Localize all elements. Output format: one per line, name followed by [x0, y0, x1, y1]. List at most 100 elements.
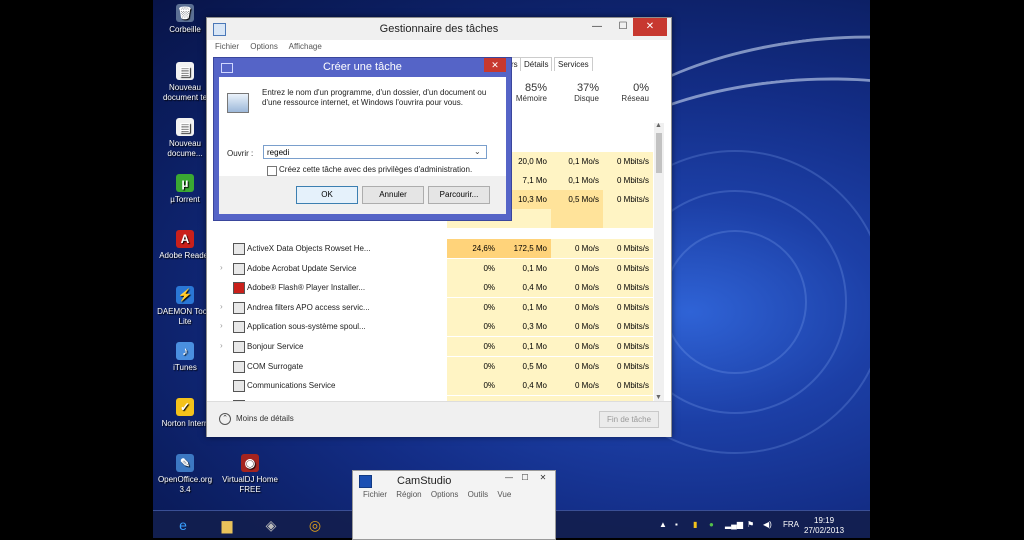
dialog-button-bar: OK Annuler Parcourir... [219, 176, 506, 214]
memory-cell: 0,5 Mo [499, 356, 551, 376]
table-row[interactable]: › Application sous-système spoul... 0% 0,3 … [207, 317, 653, 337]
admin-checkbox[interactable] [267, 166, 277, 176]
desktop-icon[interactable]: ◉ VirtualDJ Home FREE [215, 454, 285, 495]
disk-cell: 0 Mo/s [551, 317, 603, 337]
cpu-cell: 0% [447, 376, 499, 396]
open-input[interactable]: regedi [263, 145, 487, 159]
process-icon [233, 321, 245, 334]
dialog-titlebar[interactable]: Créer une tâche [214, 58, 511, 77]
process-icon [233, 341, 245, 353]
network-icon[interactable]: ▂▄▆ [725, 520, 743, 529]
table-row[interactable]: ActiveX Data Objects Rowset He... 24,6% 17… [207, 239, 653, 258]
memory-cell: 0,1 Mo [499, 297, 551, 317]
disk-cell: 0,1 Mo/s [551, 171, 603, 190]
cam-menu-outils[interactable]: Outils [468, 490, 488, 499]
process-name: Adobe® Flash® Player Installer... [247, 283, 366, 293]
ok-button[interactable]: OK [296, 186, 358, 204]
less-details-label: Moins de détails [236, 414, 294, 424]
table-row[interactable]: › Andrea filters APO access servic... 0% 0,… [207, 297, 653, 317]
close-button[interactable]: ✕ [633, 18, 667, 36]
clock[interactable]: 19:19 27/02/2013 [804, 516, 844, 536]
table-row[interactable]: Communications Service 0% 0,4 Mo 0 Mo/s 0 Mb… [207, 376, 653, 396]
scroll-down-icon[interactable]: ▼ [655, 394, 662, 401]
expand-chevron-icon[interactable]: › [220, 302, 223, 311]
dialog-close-button[interactable]: ✕ [484, 58, 506, 72]
memory-cell: 0,4 Mo [499, 376, 551, 396]
desktop-app-icon: ⚡ [176, 286, 194, 304]
camstudio-maximize-button[interactable]: ☐ [517, 471, 533, 485]
network-column-header[interactable]: 0% Réseau [603, 82, 649, 103]
cancel-button[interactable]: Annuler [362, 186, 424, 204]
browse-button[interactable]: Parcourir... [428, 186, 490, 204]
wallpaper-ring [663, 230, 807, 374]
memory-cell: 0,3 Mo [499, 317, 551, 337]
disk-cell: 0 Mo/s [551, 297, 603, 317]
tab-services[interactable]: Services [554, 57, 593, 71]
table-row[interactable]: Adobe® Flash® Player Installer... 0% 0,4 M… [207, 278, 653, 298]
scrollbar-thumb[interactable] [656, 133, 662, 173]
expand-chevron-icon[interactable]: › [220, 341, 223, 350]
desktop-app-icon: µ [176, 174, 194, 192]
desktop-app-icon: ✎ [176, 454, 194, 472]
table-row[interactable]: › Adobe Acrobat Update Service 0% 0,1 Mo 0 M… [207, 258, 653, 278]
desktop-app-icon: ▤ [176, 62, 194, 80]
desktop-app-icon: ✓ [176, 398, 194, 416]
chevron-down-icon[interactable]: ⌄ [474, 147, 481, 156]
cam-menu-vue[interactable]: Vue [497, 490, 511, 499]
cam-menu-region[interactable]: Région [396, 490, 421, 499]
language-indicator[interactable]: FRA [783, 520, 799, 529]
less-details-link[interactable]: ⌃ Moins de détails [219, 413, 294, 425]
volume-icon[interactable]: ◀) [763, 520, 772, 529]
menu-fichier[interactable]: Fichier [215, 42, 239, 51]
dialog-body: Entrez le nom d'un programme, d'un dossi… [219, 77, 506, 176]
camstudio-titlebar[interactable]: CamStudio — ☐ ✕ [353, 471, 555, 490]
tab-details[interactable]: Détails [520, 57, 553, 71]
disk-cell: 0 Mo/s [551, 258, 603, 278]
internet-explorer-icon[interactable]: e [165, 513, 201, 537]
end-task-button[interactable]: Fin de tâche [599, 411, 659, 428]
table-row[interactable]: COM Surrogate 0% 0,5 Mo 0 Mo/s 0 Mbits/s [207, 356, 653, 376]
menu-affichage[interactable]: Affichage [289, 42, 322, 51]
table-row[interactable]: › Bonjour Service 0% 0,1 Mo 0 Mo/s 0 Mbits/s [207, 337, 653, 356]
scroll-up-icon[interactable]: ▲ [655, 122, 662, 129]
menu-options[interactable]: Options [250, 42, 278, 51]
network-percent: 0% [633, 82, 649, 94]
disk-column-header[interactable]: 37% Disque [551, 82, 599, 103]
task-manager-titlebar[interactable]: Gestionnaire des tâches — ☐ ✕ [207, 18, 671, 40]
vertical-scrollbar[interactable]: ▲ ▼ [654, 122, 664, 401]
tray-app-icon[interactable]: ▪ [675, 520, 678, 529]
disk-cell: 0 Mo/s [551, 376, 603, 396]
camstudio-title: CamStudio [397, 475, 452, 487]
process-icon [233, 262, 245, 275]
tray-utorrent-icon[interactable]: ● [709, 520, 714, 529]
camstudio-close-button[interactable]: ✕ [535, 471, 551, 485]
create-task-dialog: Créer une tâche ✕ Entrez le nom d'un pro… [213, 57, 512, 221]
desktop-app-icon: ◉ [241, 454, 259, 472]
show-hidden-icons-icon[interactable]: ▲ [659, 520, 667, 529]
cam-menu-options[interactable]: Options [431, 490, 459, 499]
memory-cell: 172,5 Mo [499, 239, 551, 258]
clock-time: 19:19 [814, 516, 835, 525]
cam-menu-fichier[interactable]: Fichier [363, 490, 387, 499]
file-explorer-icon[interactable]: ▆ [209, 513, 245, 537]
camstudio-menubar: Fichier Région Options Outils Vue [353, 490, 555, 499]
desktop-app-icon: ♪ [176, 342, 194, 360]
minimize-button[interactable]: — [583, 18, 611, 36]
shield-icon[interactable]: ◈ [253, 513, 289, 537]
network-cell [603, 209, 653, 228]
network-cell: 0 Mbits/s [603, 297, 653, 317]
network-cell: 0 Mbits/s [603, 258, 653, 278]
disk-cell: 0 Mo/s [551, 278, 603, 298]
action-center-icon[interactable]: ⚑ [747, 520, 754, 529]
run-program-icon [227, 93, 249, 113]
expand-chevron-icon[interactable]: › [220, 321, 223, 330]
network-cell: 0 Mbits/s [603, 239, 653, 258]
cpu-cell: 0% [447, 258, 499, 278]
tray-norton-icon[interactable]: ▮ [693, 520, 697, 529]
expand-chevron-icon[interactable]: › [220, 263, 223, 272]
camstudio-minimize-button[interactable]: — [501, 471, 517, 485]
cpu-cell: 0% [447, 297, 499, 317]
desktop-icon[interactable]: ✎ OpenOffice.org 3.4 [153, 454, 220, 495]
process-name: COM Surrogate [247, 361, 304, 371]
chrome-icon[interactable]: ◎ [297, 513, 333, 537]
